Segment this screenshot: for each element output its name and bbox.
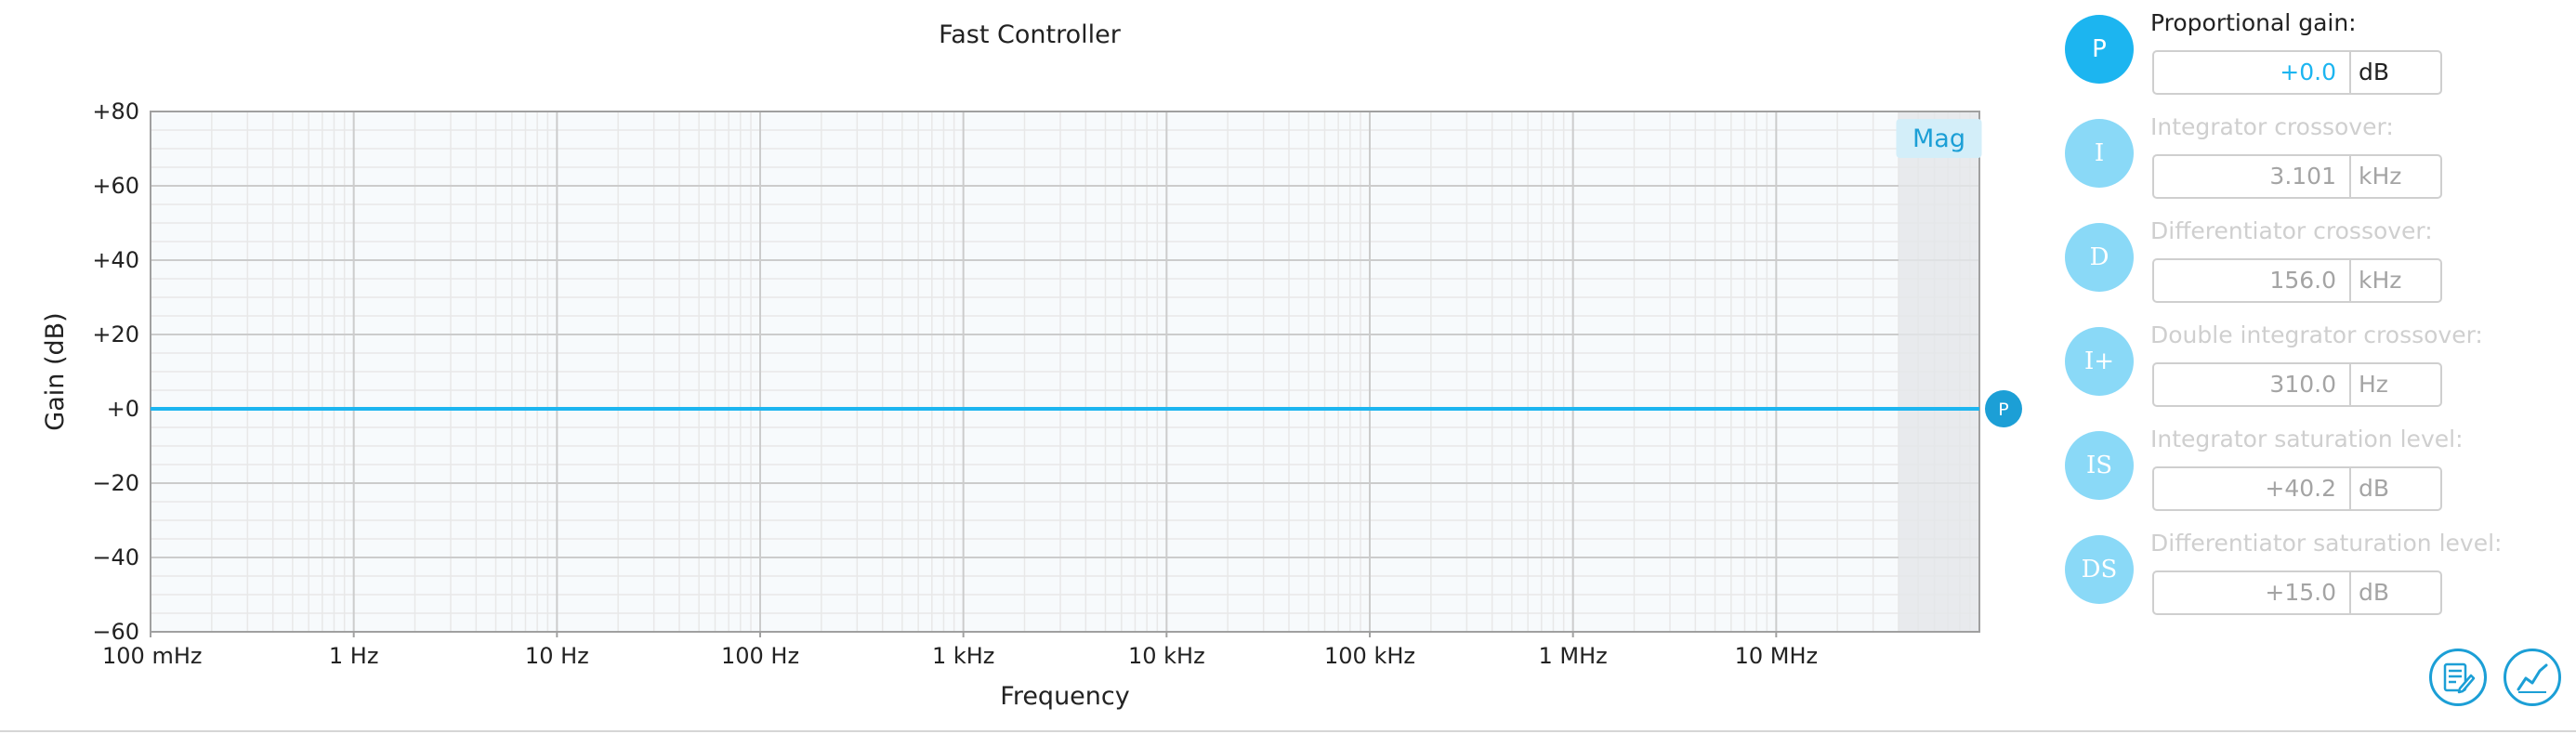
y-tick-label: −20 <box>92 470 139 496</box>
term-unit-i-plus: Hz <box>2349 364 2440 405</box>
controller-settings-panel: P Proportional gain: +0.0 dB I Integrator cro… <box>2054 0 2576 734</box>
term-value-i[interactable]: 3.101 <box>2154 156 2349 197</box>
term-label-p: Proportional gain: <box>2150 9 2357 36</box>
term-unit-i: kHz <box>2349 156 2440 197</box>
term-row-i: I Integrator crossover: 3.101 kHz <box>2054 106 2576 210</box>
term-input-i[interactable]: 3.101 kHz <box>2152 154 2442 199</box>
term-input-p[interactable]: +0.0 dB <box>2152 50 2442 95</box>
term-toggle-ds[interactable]: DS <box>2065 535 2134 604</box>
term-row-is: IS Integrator saturation level: +40.2 dB <box>2054 418 2576 522</box>
chart-trend-icon <box>2517 663 2548 693</box>
term-toggle-is[interactable]: IS <box>2065 431 2134 500</box>
term-toggle-d[interactable]: D <box>2065 223 2134 292</box>
y-axis-title: Gain (dB) <box>41 312 70 430</box>
x-tick-label: 10 MHz <box>1735 643 1819 669</box>
y-tick-label: −60 <box>92 619 139 645</box>
y-tick-label: +20 <box>92 321 139 347</box>
chart-view-button[interactable] <box>2504 649 2561 706</box>
term-label-d: Differentiator crossover: <box>2150 217 2433 244</box>
term-toggle-i-plus[interactable]: I+ <box>2065 327 2134 396</box>
term-unit-is: dB <box>2349 468 2440 509</box>
x-tick-label: 1 kHz <box>932 643 994 669</box>
chart-title: Fast Controller <box>939 20 1122 49</box>
x-tick-label: 100 Hz <box>721 643 799 669</box>
x-tick-label: 100 mHz <box>102 643 202 669</box>
term-value-p[interactable]: +0.0 <box>2154 52 2349 93</box>
term-value-is[interactable]: +40.2 <box>2154 468 2349 509</box>
term-input-i-plus[interactable]: 310.0 Hz <box>2152 362 2442 407</box>
term-unit-d: kHz <box>2349 260 2440 301</box>
term-toggle-p[interactable]: P <box>2065 15 2134 84</box>
edit-notes-icon <box>2443 662 2476 694</box>
term-value-i-plus[interactable]: 310.0 <box>2154 364 2349 405</box>
term-label-ds: Differentiator saturation level: <box>2150 530 2503 557</box>
mag-toggle-badge[interactable]: Mag <box>1896 119 1982 158</box>
term-label-i-plus: Double integrator crossover: <box>2150 321 2483 348</box>
p-marker-label: P <box>1998 400 2008 420</box>
term-row-ds: DS Differentiator saturation level: +15.0 d… <box>2054 522 2576 626</box>
shaded-region <box>1898 111 1979 632</box>
term-toggle-i[interactable]: I <box>2065 119 2134 188</box>
term-label-i: Integrator crossover: <box>2150 113 2394 140</box>
term-input-d[interactable]: 156.0 kHz <box>2152 258 2442 303</box>
term-unit-p: dB <box>2349 52 2440 93</box>
y-tick-label: +40 <box>92 247 139 273</box>
p-gain-handle[interactable]: P <box>1985 390 2022 427</box>
y-tick-label: −40 <box>92 544 139 570</box>
x-tick-label: 1 MHz <box>1539 643 1608 669</box>
y-tick-label: +0 <box>107 396 139 422</box>
term-input-is[interactable]: +40.2 dB <box>2152 466 2442 511</box>
y-tick-label: +60 <box>92 173 139 199</box>
y-tick-label: +80 <box>92 98 139 125</box>
term-row-d: D Differentiator crossover: 156.0 kHz <box>2054 210 2576 314</box>
edit-notes-button[interactable] <box>2429 649 2487 706</box>
term-row-i-plus: I+ Double integrator crossover: 310.0 Hz <box>2054 314 2576 418</box>
term-unit-ds: dB <box>2349 572 2440 613</box>
term-input-ds[interactable]: +15.0 dB <box>2152 570 2442 615</box>
x-tick-label: 10 kHz <box>1128 643 1205 669</box>
term-value-ds[interactable]: +15.0 <box>2154 572 2349 613</box>
x-tick-label: 100 kHz <box>1324 643 1415 669</box>
x-axis-title: Frequency <box>1000 682 1130 711</box>
mag-badge-label: Mag <box>1912 125 1965 153</box>
term-label-is: Integrator saturation level: <box>2150 426 2464 452</box>
term-value-d[interactable]: 156.0 <box>2154 260 2349 301</box>
term-row-p: P Proportional gain: +0.0 dB <box>2054 2 2576 106</box>
x-tick-label: 1 Hz <box>329 643 379 669</box>
x-tick-label: 10 Hz <box>525 643 589 669</box>
